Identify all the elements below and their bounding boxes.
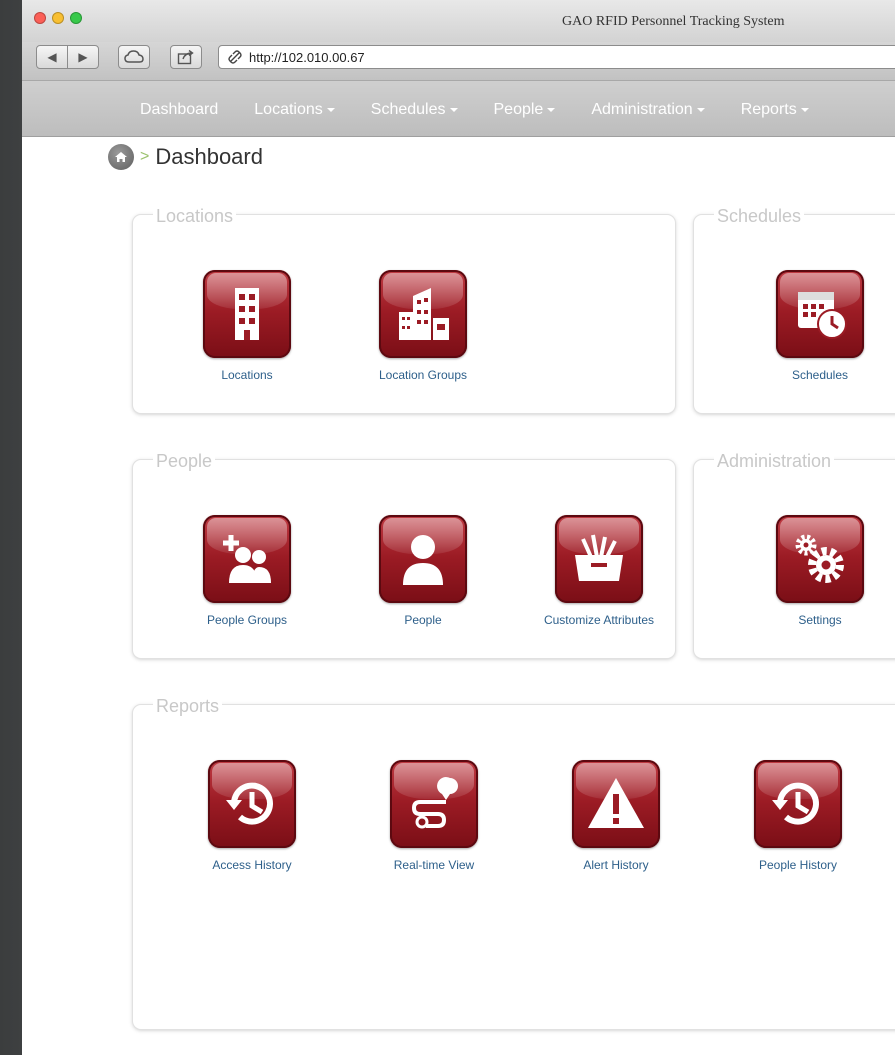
- tile-label: Customize Attributes: [543, 613, 655, 627]
- address-bar[interactable]: http://102.010.00.67: [218, 45, 895, 69]
- schedules-panel: Schedules Schedules: [694, 207, 895, 413]
- people-add-icon: [203, 515, 291, 603]
- title-bar: GAO RFID Personnel Tracking System: [22, 0, 895, 42]
- tile-label: People History: [758, 858, 838, 872]
- toolbox-icon: [555, 515, 643, 603]
- share-icon: [177, 49, 194, 65]
- panel-legend: Locations: [153, 207, 237, 225]
- route-map-icon: [390, 760, 478, 848]
- close-window-button[interactable]: [34, 12, 46, 24]
- caret-down-icon: [696, 108, 705, 112]
- caret-down-icon: [800, 108, 809, 112]
- nav-item-label: Dashboard: [140, 101, 219, 118]
- tile-people-history[interactable]: People History: [733, 760, 863, 872]
- caret-down-icon: [449, 108, 458, 112]
- nav-item-label: Administration: [591, 101, 693, 118]
- cloud-icon: [124, 50, 144, 63]
- share-button[interactable]: [170, 45, 202, 69]
- buildings-group-icon: [379, 270, 467, 358]
- tile-location-groups[interactable]: Location Groups: [358, 270, 488, 382]
- tile-settings[interactable]: Settings: [755, 515, 885, 627]
- page-title: Dashboard: [155, 144, 263, 169]
- administration-panel: Administration Settings: [694, 452, 895, 658]
- gears-icon: [776, 515, 864, 603]
- forward-arrow-icon: ▶: [78, 50, 88, 64]
- people-panel: People People Groups People Customize At…: [133, 452, 675, 658]
- zoom-window-button[interactable]: [70, 12, 82, 24]
- link-icon: [228, 50, 242, 64]
- nav-item-locations[interactable]: Locations: [254, 101, 335, 119]
- tile-customize-attributes[interactable]: Customize Attributes: [534, 515, 664, 627]
- cloud-button[interactable]: [118, 45, 150, 69]
- history-icon: [208, 760, 296, 848]
- nav-item-dashboard[interactable]: Dashboard: [140, 101, 218, 119]
- nav-item-administration[interactable]: Administration: [591, 101, 705, 119]
- calendar-clock-icon: [776, 270, 864, 358]
- nav-item-people[interactable]: People: [494, 101, 556, 119]
- back-button[interactable]: ◀: [36, 45, 68, 69]
- tile-label: People: [404, 613, 442, 627]
- building-icon: [203, 270, 291, 358]
- tile-locations[interactable]: Locations: [182, 270, 312, 382]
- tile-label: Access History: [212, 858, 292, 872]
- tile-alert-history[interactable]: Alert History: [551, 760, 681, 872]
- warning-icon: [572, 760, 660, 848]
- url-text: http://102.010.00.67: [249, 49, 365, 65]
- back-arrow-icon: ◀: [47, 50, 57, 64]
- window-controls: [34, 12, 82, 24]
- tile-label: Locations: [221, 368, 273, 382]
- tile-label: Schedules: [791, 368, 849, 382]
- minimize-window-button[interactable]: [52, 12, 64, 24]
- reports-panel: Reports Access History Real-time View Al…: [133, 697, 895, 1029]
- tile-people-groups[interactable]: People Groups: [182, 515, 312, 627]
- breadcrumb-separator: >: [140, 148, 150, 165]
- tile-label: Alert History: [583, 858, 649, 872]
- panel-legend: Administration: [714, 452, 835, 470]
- nav-item-schedules[interactable]: Schedules: [371, 101, 458, 119]
- locations-panel: Locations Locations Location Groups: [133, 207, 675, 413]
- tile-label: Settings: [798, 613, 842, 627]
- tile-label: Real-time View: [393, 858, 475, 872]
- tile-label: Location Groups: [378, 368, 468, 382]
- tile-real-time-view[interactable]: Real-time View: [369, 760, 499, 872]
- breadcrumb: > Dashboard: [108, 144, 263, 170]
- tile-label: People Groups: [206, 613, 288, 627]
- history-icon: [754, 760, 842, 848]
- tile-access-history[interactable]: Access History: [187, 760, 317, 872]
- nav-item-label: Schedules: [370, 101, 446, 118]
- main-nav: Dashboard Locations Schedules People Adm…: [22, 81, 895, 137]
- nav-list: Dashboard Locations Schedules People Adm…: [140, 101, 845, 119]
- forward-button[interactable]: ▶: [67, 45, 99, 69]
- person-icon: [379, 515, 467, 603]
- nav-item-label: Locations: [254, 101, 323, 118]
- caret-down-icon: [326, 108, 335, 112]
- panel-legend: Schedules: [714, 207, 805, 225]
- nav-item-label: Reports: [740, 101, 797, 118]
- home-icon[interactable]: [108, 144, 134, 170]
- panel-legend: Reports: [153, 697, 223, 715]
- nav-item-label: People: [493, 101, 544, 118]
- tile-people[interactable]: People: [358, 515, 488, 627]
- window-title: GAO RFID Personnel Tracking System: [562, 14, 785, 29]
- caret-down-icon: [547, 108, 556, 112]
- browser-toolbar: ◀ ▶ http://102.010.00.67: [22, 42, 895, 81]
- panel-legend: People: [153, 452, 216, 470]
- browser-window: GAO RFID Personnel Tracking System ◀ ▶ h…: [22, 0, 895, 1055]
- nav-item-reports[interactable]: Reports: [741, 101, 809, 119]
- tile-schedules[interactable]: Schedules: [755, 270, 885, 382]
